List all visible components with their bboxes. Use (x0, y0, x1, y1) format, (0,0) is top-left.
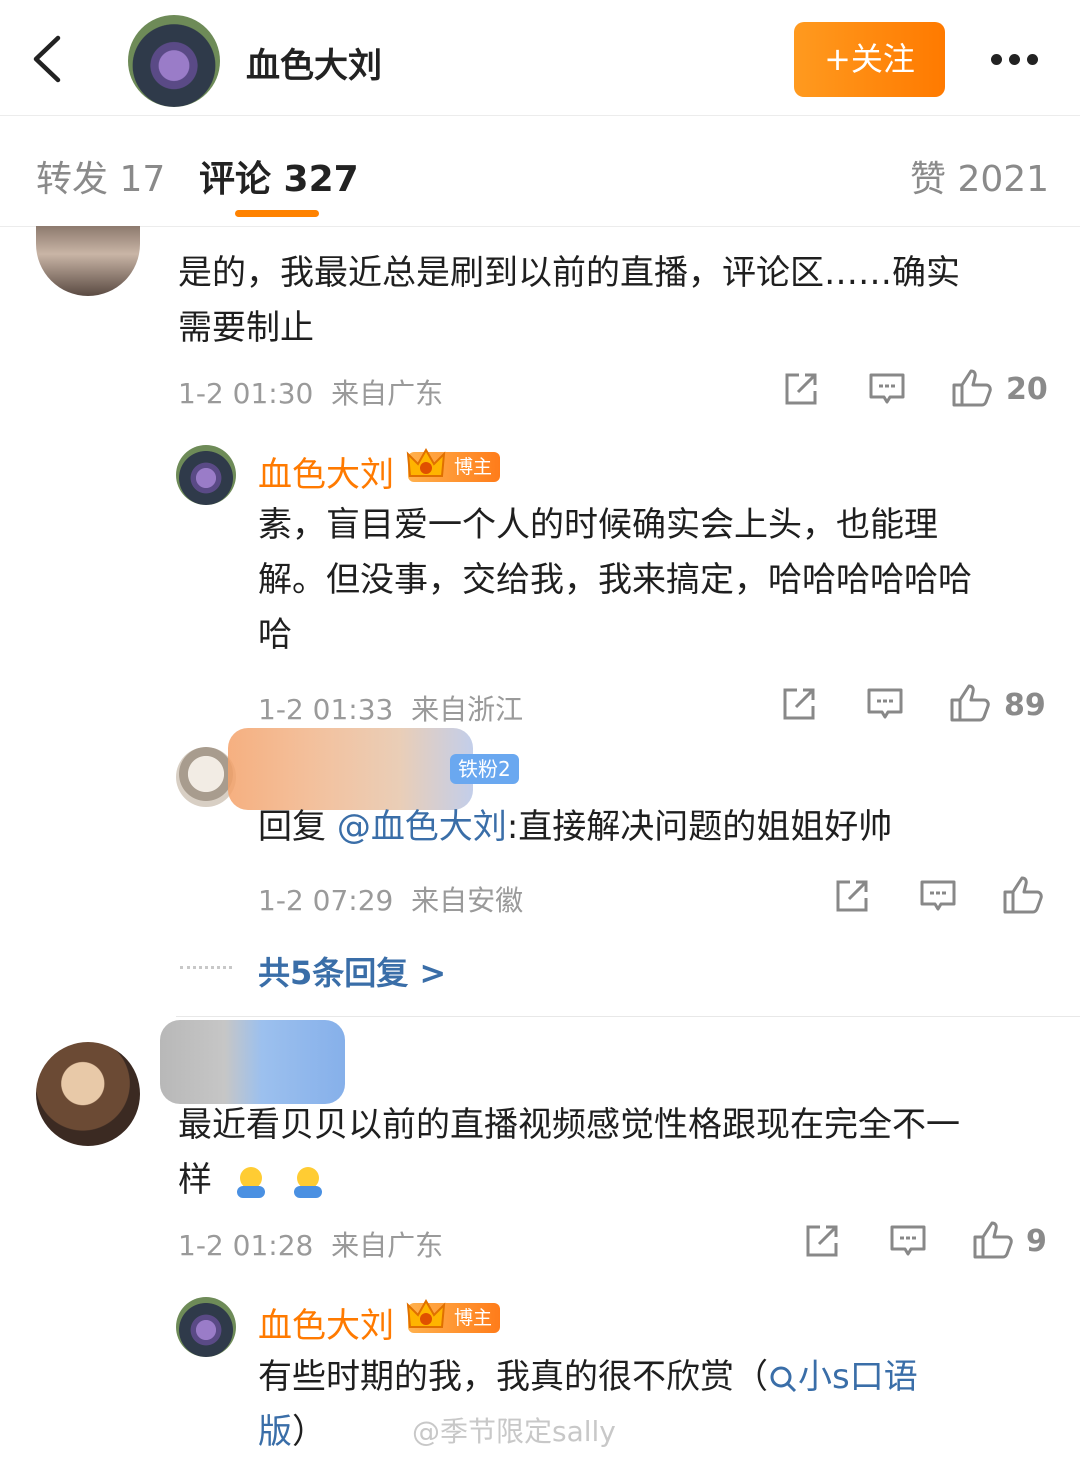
search-link[interactable]: 小s口语 (768, 1357, 918, 1397)
reply-time: 1-2 01:33 来自浙江 (258, 693, 524, 726)
more-replies-link[interactable]: 共5条回复 > (258, 948, 446, 994)
comment-icon[interactable] (868, 371, 906, 407)
mention-link[interactable]: @血色大刘 (337, 807, 507, 847)
comment-text: 是的，我最近总是刷到以前的直播，评论区……确实 需要制止 (178, 253, 960, 348)
reply-author-name[interactable]: 血色大刘 (258, 447, 394, 496)
tab-reposts[interactable]: 转发 17 (36, 150, 165, 202)
comment-divider (176, 1016, 1080, 1017)
crown-icon (406, 1298, 446, 1328)
fan-badge: 铁粉2 (450, 754, 519, 784)
share-icon[interactable] (834, 878, 870, 914)
hug-emoji-icon (293, 1166, 322, 1198)
like-count: 89 (1004, 688, 1046, 723)
comment-time: 1-2 01:30 来自广东 (178, 377, 444, 410)
commenter-avatar[interactable] (36, 226, 140, 296)
author-avatar[interactable] (128, 15, 220, 107)
redacted-username (160, 1020, 345, 1104)
comment-icon[interactable] (919, 878, 957, 914)
reply-author-avatar[interactable] (176, 445, 236, 505)
like-icon[interactable] (972, 1220, 1014, 1260)
author-badge: 博主 (406, 447, 501, 482)
share-icon[interactable] (804, 1223, 840, 1259)
reply-time: 1-2 07:29 来自安徽 (258, 884, 524, 917)
comment-text: 最近看贝贝以前的直播视频感觉性格跟现在完全不一 样 (178, 1105, 960, 1200)
author-badge: 博主 (406, 1298, 501, 1333)
tab-likes[interactable]: 赞 2021 (910, 150, 1049, 202)
reply-text: 素，盲目爱一个人的时候确实会上头，也能理 解。但没事，交给我，我来搞定，哈哈哈哈… (258, 505, 972, 655)
hug-emoji-icon (236, 1166, 265, 1198)
active-tab-indicator (235, 210, 319, 217)
share-icon[interactable] (783, 371, 819, 407)
redacted-username (228, 728, 473, 810)
like-icon[interactable] (951, 368, 993, 408)
like-icon[interactable] (1002, 875, 1044, 915)
share-icon[interactable] (781, 686, 817, 722)
fan-avatar[interactable] (176, 747, 236, 807)
reply-author-name[interactable]: 血色大刘 (258, 1298, 394, 1347)
search-icon (770, 1366, 797, 1392)
comment-icon[interactable] (889, 1223, 927, 1259)
dots-separator (180, 966, 232, 969)
comment-icon[interactable] (866, 686, 904, 722)
tab-comments[interactable]: 评论 327 (199, 150, 359, 202)
comment-time: 1-2 01:28 来自广东 (178, 1229, 444, 1262)
reply-text: 回复 @血色大刘:直接解决问题的姐姐好帅 (258, 807, 893, 847)
like-count: 9 (1026, 1224, 1047, 1259)
reply-text: 有些时期的我，我真的很不欣赏（ 小s口语 版） (258, 1357, 918, 1452)
author-name[interactable]: 血色大刘 (246, 38, 382, 87)
follow-button[interactable]: +关注 (794, 22, 945, 97)
commenter-avatar[interactable] (36, 1042, 140, 1146)
reply-author-avatar[interactable] (176, 1297, 236, 1357)
like-count: 20 (1006, 372, 1048, 407)
more-options-icon[interactable] (985, 40, 1045, 76)
back-arrow-icon[interactable] (28, 34, 68, 84)
watermark: @季节限定sally (412, 1415, 616, 1448)
like-icon[interactable] (949, 683, 991, 723)
crown-icon (406, 447, 446, 477)
